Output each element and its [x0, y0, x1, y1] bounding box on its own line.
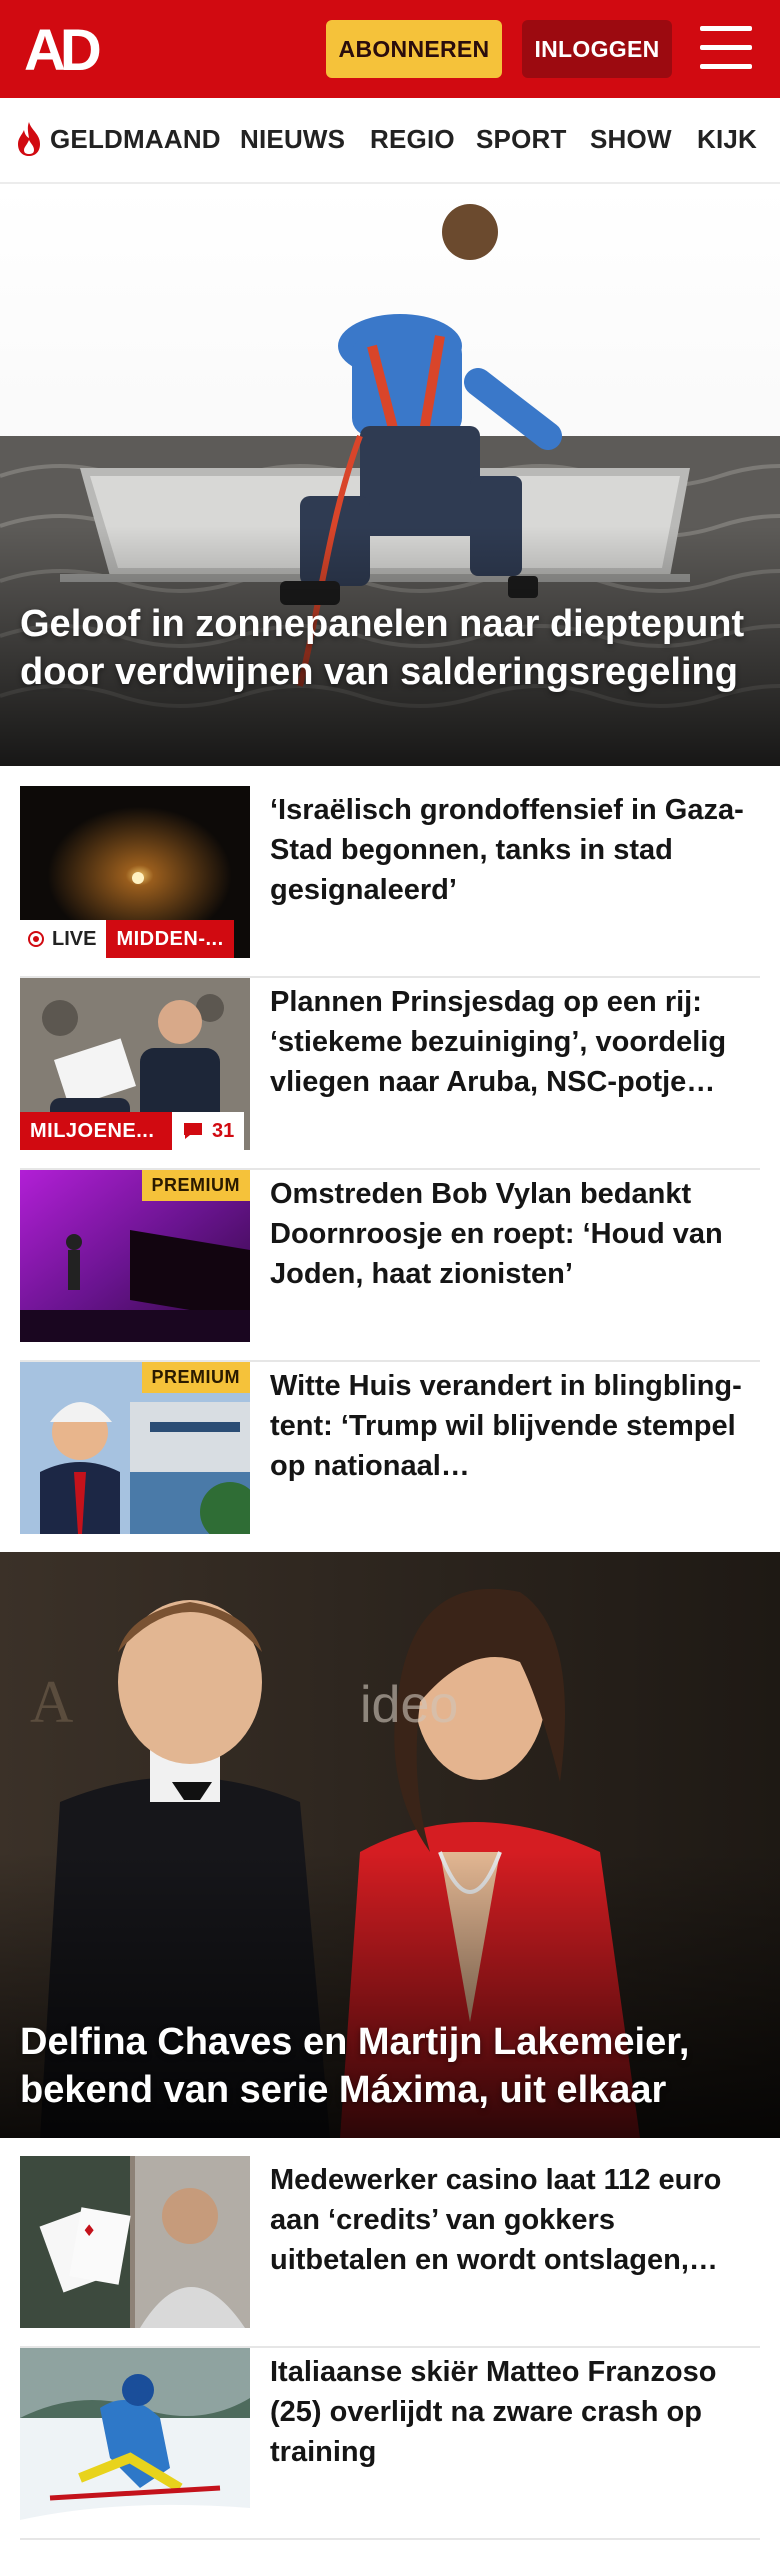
list-item[interactable]: PREMIUM Witte Huis verandert in blingbli… [20, 1362, 760, 1554]
nav-item-regio[interactable]: REGIO [370, 124, 455, 155]
login-button[interactable]: INLOGGEN [522, 20, 672, 78]
article-title[interactable]: ‘Israëlisch grondoffensief in Gaza-Stad … [270, 790, 750, 910]
article-title[interactable]: Italiaanse skiër Matteo Franzoso (25) ov… [270, 2352, 750, 2472]
list-item[interactable]: MILJOENE... 31 Plannen Prinsjesdag op ee… [20, 978, 760, 1170]
live-badge: LIVE [20, 920, 107, 958]
comment-icon [184, 1123, 202, 1139]
article-title[interactable]: Omstreden Bob Vylan bedankt Doornroosje … [270, 1174, 750, 1294]
article-thumbnail: LIVE MIDDEN-... [20, 786, 250, 958]
list-item[interactable]: ♦ Medewerker casino laat 112 euro aan ‘c… [20, 2156, 760, 2348]
category-badge: MILJOENE... [20, 1112, 172, 1150]
nav-item-nieuws[interactable]: NIEUWS [240, 124, 345, 155]
live-label: LIVE [52, 927, 97, 950]
hero-article-couple[interactable]: A ideo Delfina Chaves en Martijn Lakemei… [0, 1552, 780, 2138]
hamburger-menu-icon[interactable] [700, 26, 752, 70]
subscribe-button[interactable]: ABONNEREN [326, 20, 502, 78]
list-item[interactable]: Italiaanse skiër Matteo Franzoso (25) ov… [20, 2348, 760, 2540]
article-tag-bar: LIVE MIDDEN-... [20, 920, 234, 958]
list-item[interactable]: LIVE MIDDEN-... ‘Israëlisch grondoffensi… [20, 786, 760, 978]
nav-item-sport[interactable]: SPORT [476, 124, 567, 155]
ad-logo[interactable]: AD [24, 22, 116, 76]
nav-item-geldmaand[interactable]: GELDMAAND [50, 124, 221, 155]
article-title[interactable]: Medewerker casino laat 112 euro aan ‘cre… [270, 2160, 750, 2280]
category-badge: MIDDEN-... [106, 920, 234, 958]
article-tag-bar: MILJOENE... 31 [20, 1112, 245, 1150]
comment-count: 31 [212, 1119, 235, 1142]
top-header-bar: AD ABONNEREN INLOGGEN [0, 0, 780, 98]
comment-count-badge[interactable]: 31 [172, 1112, 245, 1150]
nav-item-kijk[interactable]: KIJK [697, 124, 757, 155]
svg-text:♦: ♦ [82, 2221, 96, 2240]
hero-headline[interactable]: Delfina Chaves en Martijn Lakemeier, bek… [20, 2018, 760, 2114]
premium-badge: PREMIUM [141, 1170, 250, 1201]
list-item[interactable]: PREMIUM Omstreden Bob Vylan bedankt Door… [20, 1170, 760, 1362]
article-thumbnail [20, 2348, 250, 2520]
article-thumbnail: ♦ [20, 2156, 250, 2328]
svg-text:ideo: ideo [360, 1676, 458, 1734]
section-nav: GELDMAAND NIEUWS REGIO SPORT SHOW KIJK [0, 98, 780, 184]
svg-text:AD: AD [24, 22, 100, 76]
hero-article-solar[interactable]: Geloof in zonnepanelen naar dieptepunt d… [0, 186, 780, 766]
nav-item-show[interactable]: SHOW [590, 124, 672, 155]
article-thumbnail: MILJOENE... 31 [20, 978, 250, 1150]
flame-icon [18, 122, 40, 156]
article-title[interactable]: Witte Huis verandert in blingbling-tent:… [270, 1366, 750, 1486]
article-thumbnail: PREMIUM [20, 1362, 250, 1534]
svg-text:A: A [30, 1669, 73, 1735]
article-thumbnail: PREMIUM [20, 1170, 250, 1342]
hero-headline[interactable]: Geloof in zonnepanelen naar dieptepunt d… [20, 600, 760, 696]
article-title[interactable]: Plannen Prinsjesdag op een rij: ‘stiekem… [270, 982, 750, 1102]
premium-badge: PREMIUM [141, 1362, 250, 1393]
live-dot-icon [28, 931, 44, 947]
